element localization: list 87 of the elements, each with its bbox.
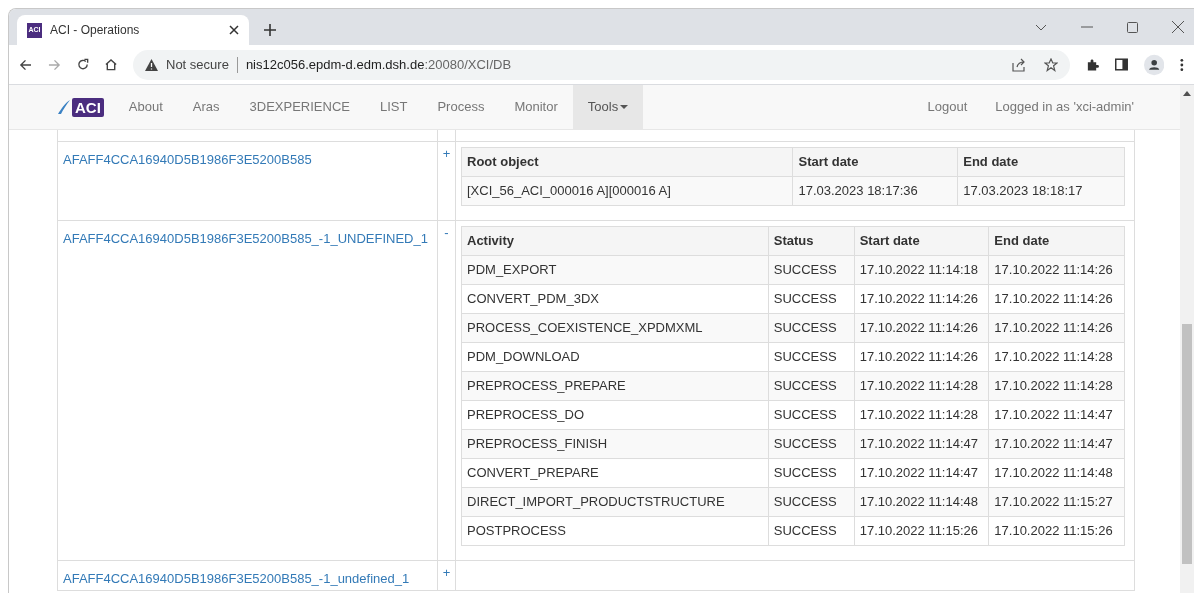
nav-link[interactable]: Aras xyxy=(177,85,235,129)
nav-link[interactable]: Tools xyxy=(572,85,644,129)
scroll-up-icon[interactable] xyxy=(1183,91,1191,96)
table-cell: 17.10.2022 11:14:26 xyxy=(988,313,1125,343)
process-link[interactable]: AFAFF4CCA16940D5B1986F3E5200B585 xyxy=(63,152,312,167)
maximize-icon[interactable] xyxy=(1127,21,1138,33)
table-cell: PDM_EXPORT xyxy=(461,255,769,285)
nav-link[interactable]: 3DEXPERIENCE xyxy=(234,85,365,129)
security-label: Not secure xyxy=(166,55,229,74)
toggle-link[interactable]: - xyxy=(444,226,449,560)
close-icon[interactable] xyxy=(229,25,239,35)
toggle-link[interactable]: + xyxy=(442,566,451,590)
column-header: Start date xyxy=(792,147,958,177)
table-cell: 17.10.2022 11:14:28 xyxy=(988,371,1125,401)
table-cell: 17.10.2022 11:14:47 xyxy=(854,429,989,459)
table-cell: 17.03.2023 18:17:36 xyxy=(792,176,958,206)
new-tab-icon[interactable] xyxy=(264,24,276,36)
table-cell: PREPROCESS_DO xyxy=(461,400,769,430)
table-cell: SUCCESS xyxy=(768,429,855,459)
column-header: End date xyxy=(957,147,1125,177)
profile-icon[interactable] xyxy=(1143,53,1165,76)
chevron-down-icon[interactable] xyxy=(1035,23,1047,31)
star-icon[interactable] xyxy=(1044,57,1058,72)
table-cell: SUCCESS xyxy=(768,487,855,517)
column-header: End date xyxy=(988,226,1125,256)
reload-icon[interactable] xyxy=(76,58,89,71)
warning-icon xyxy=(145,58,158,71)
toggle-link[interactable]: + xyxy=(442,147,451,220)
table-cell: 17.10.2022 11:14:18 xyxy=(854,255,989,285)
column-header: Root object xyxy=(461,147,793,177)
table-cell: PREPROCESS_PREPARE xyxy=(461,371,769,401)
process-link[interactable]: AFAFF4CCA16940D5B1986F3E5200B585_-1_UNDEFINED_1 xyxy=(63,231,428,246)
table-cell: SUCCESS xyxy=(768,342,855,372)
menu-icon[interactable] xyxy=(1180,57,1184,72)
table-cell: 17.10.2022 11:14:26 xyxy=(854,342,989,372)
table-cell: 17.10.2022 11:14:47 xyxy=(988,429,1125,459)
user-label: Logged in as 'xci-admin' xyxy=(994,98,1135,117)
column-header: Status xyxy=(768,226,855,256)
table-cell: 17.10.2022 11:14:26 xyxy=(988,255,1125,285)
table-cell: 17.10.2022 11:14:47 xyxy=(988,400,1125,430)
table-cell: SUCCESS xyxy=(768,516,855,546)
table-cell: SUCCESS xyxy=(768,255,855,285)
table-cell: 17.10.2022 11:14:48 xyxy=(988,458,1125,488)
table-cell: 17.10.2022 11:15:27 xyxy=(988,487,1125,517)
puzzle-icon[interactable] xyxy=(1086,57,1099,72)
table-cell: PREPROCESS_FINISH xyxy=(461,429,769,459)
table-cell: 17.10.2022 11:14:28 xyxy=(854,400,989,430)
table-cell: 17.10.2022 11:14:47 xyxy=(854,458,989,488)
tab-title: ACI - Operations xyxy=(50,22,141,39)
table-cell: 17.10.2022 11:14:26 xyxy=(854,313,989,343)
swoosh-icon xyxy=(57,99,71,115)
table-cell: SUCCESS xyxy=(768,371,855,401)
table-cell: SUCCESS xyxy=(768,284,855,314)
side-panel-icon[interactable] xyxy=(1114,58,1128,71)
nav-link[interactable]: Process xyxy=(422,85,500,129)
table-cell: CONVERT_PREPARE xyxy=(461,458,769,488)
table-cell: [XCI_56_ACI_000016 A][000016 A] xyxy=(461,176,793,206)
table-cell: PROCESS_COEXISTENCE_XPDMXML xyxy=(461,313,769,343)
share-icon[interactable] xyxy=(1012,57,1026,72)
table-cell: 17.10.2022 11:14:28 xyxy=(988,342,1125,372)
table-cell: DIRECT_IMPORT_PRODUCTSTRUCTURE xyxy=(461,487,769,517)
table-cell: SUCCESS xyxy=(768,458,855,488)
column-header: Start date xyxy=(854,226,989,256)
table-cell: 17.10.2022 11:15:26 xyxy=(854,516,989,546)
table-cell: 17.10.2022 11:14:28 xyxy=(854,371,989,401)
address-bar[interactable]: Not secure nis12c056.epdm-d.edm.dsh.de:20080/XCI/DB xyxy=(133,49,1070,80)
nav-link[interactable]: About xyxy=(113,85,178,129)
table-cell: SUCCESS xyxy=(768,313,855,343)
table-cell: 17.03.2023 18:18:17 xyxy=(957,176,1125,206)
nav-link[interactable]: Monitor xyxy=(499,85,573,129)
close-window-icon[interactable] xyxy=(1172,21,1184,33)
table-cell: SUCCESS xyxy=(768,400,855,430)
table-cell: CONVERT_PDM_3DX xyxy=(461,284,769,314)
process-link[interactable]: AFAFF4CCA16940D5B1986F3E5200B585_-1_undefined_1 xyxy=(63,571,410,586)
table-cell: POSTPROCESS xyxy=(461,516,769,546)
table-cell: PDM_DOWNLOAD xyxy=(461,342,769,372)
table-cell: 17.10.2022 11:14:26 xyxy=(988,284,1125,314)
url-text: nis12c056.epdm-d.edm.dsh.de:20080/XCI/DB xyxy=(245,55,512,74)
table-cell: 17.10.2022 11:14:26 xyxy=(854,284,989,314)
column-header: Activity xyxy=(461,226,769,256)
table-cell: 17.10.2022 11:15:26 xyxy=(988,516,1125,546)
nav-link[interactable]: LIST xyxy=(365,85,423,129)
table-cell: 17.10.2022 11:14:48 xyxy=(854,487,989,517)
scrollbar[interactable] xyxy=(1180,85,1194,593)
logout-link[interactable]: Logout xyxy=(913,85,982,129)
back-icon[interactable] xyxy=(19,58,32,71)
home-icon[interactable] xyxy=(104,58,117,71)
